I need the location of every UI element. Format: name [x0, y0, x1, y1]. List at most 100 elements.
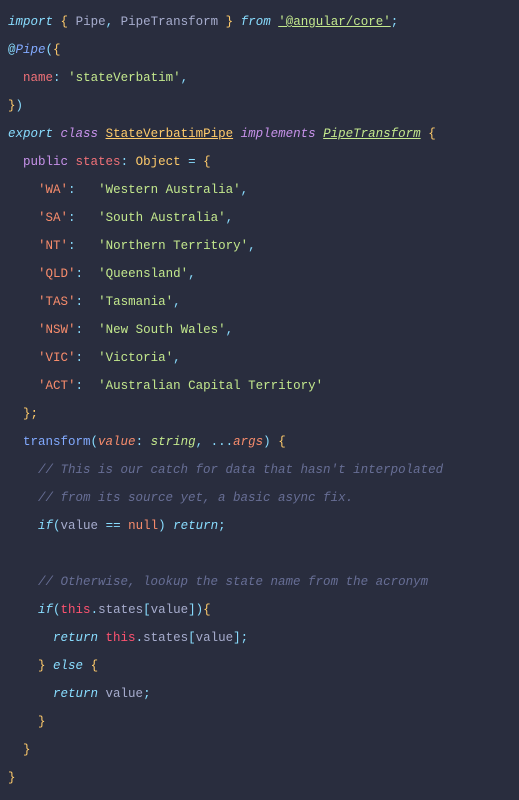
colon: : [53, 71, 61, 85]
brace-open: { [203, 155, 211, 169]
comma: , [241, 183, 249, 197]
comma: , [181, 71, 189, 85]
comment-3: // Otherwise, lookup the state name from… [38, 575, 428, 589]
state-val-vic: 'Victoria' [98, 351, 173, 365]
semi: ; [218, 519, 226, 533]
state-val-nt: 'Northern Territory' [98, 239, 248, 253]
decorator-at: @ [8, 43, 16, 57]
eq: = [188, 155, 196, 169]
keyword-null: null [128, 519, 158, 533]
state-val-sa: 'South Australia' [98, 211, 226, 225]
comma: , [173, 351, 181, 365]
state-key-act: 'ACT' [38, 379, 76, 393]
paren-close: ) [158, 519, 166, 533]
state-key-tas: 'TAS' [38, 295, 76, 309]
var-value: value [151, 603, 189, 617]
brace-close: } [38, 715, 46, 729]
brace-close: } [8, 99, 16, 113]
semi: ; [143, 687, 151, 701]
comma: , [196, 435, 204, 449]
colon: : [68, 183, 76, 197]
decorator-pipe: Pipe [16, 43, 46, 57]
state-val-act: 'Australian Capital Territory' [98, 379, 323, 393]
state-key-nsw: 'NSW' [38, 323, 76, 337]
colon: : [68, 211, 76, 225]
keyword-this: this [61, 603, 91, 617]
interface-name: PipeTransform [323, 127, 421, 141]
keyword-if: if [38, 519, 53, 533]
state-val-wa: 'Western Australia' [98, 183, 241, 197]
state-key-qld: 'QLD' [38, 267, 76, 281]
state-key-sa: 'SA' [38, 211, 68, 225]
comma: , [226, 323, 234, 337]
paren-open: ( [53, 603, 61, 617]
colon: : [76, 379, 84, 393]
import-pipetransform: PipeTransform [121, 15, 219, 29]
method-transform: transform [23, 435, 91, 449]
comment-1: // This is our catch for data that hasn'… [38, 463, 443, 477]
keyword-implements: implements [241, 127, 316, 141]
colon: : [76, 323, 84, 337]
brace-close: } [23, 743, 31, 757]
prop-states: states [143, 631, 188, 645]
dot: . [136, 631, 144, 645]
comment-2: // from its source yet, a basic async fi… [38, 491, 353, 505]
prop-states: states [98, 603, 143, 617]
brace-open: { [61, 15, 69, 29]
prop-states: states [76, 155, 121, 169]
brace-open: { [91, 659, 99, 673]
paren-close: ) [16, 99, 24, 113]
bracket-open: [ [188, 631, 196, 645]
type-string: string [151, 435, 196, 449]
type-object: Object [136, 155, 181, 169]
state-key-wa: 'WA' [38, 183, 68, 197]
import-pipe: Pipe [76, 15, 106, 29]
paren-open: ( [46, 43, 54, 57]
semi: ; [241, 631, 249, 645]
brace-close-semi: }; [23, 407, 38, 421]
keyword-from: from [241, 15, 271, 29]
prop-name: name [23, 71, 53, 85]
keyword-import: import [8, 15, 53, 29]
colon: : [76, 351, 84, 365]
keyword-class: class [61, 127, 99, 141]
keyword-if: if [38, 603, 53, 617]
state-val-qld: 'Queensland' [98, 267, 188, 281]
var-value: value [196, 631, 234, 645]
spread: ... [211, 435, 234, 449]
bracket-close: ] [233, 631, 241, 645]
keyword-else: else [53, 659, 83, 673]
brace-close: } [8, 771, 16, 785]
brace-open: { [203, 603, 211, 617]
semi: ; [391, 15, 399, 29]
paren-open: ( [91, 435, 99, 449]
comma: , [173, 295, 181, 309]
op-eqeq: == [106, 519, 121, 533]
colon: : [121, 155, 129, 169]
pipe-name-value: 'stateVerbatim' [68, 71, 181, 85]
colon: : [68, 239, 76, 253]
keyword-export: export [8, 127, 53, 141]
brace-close: } [38, 659, 46, 673]
dot: . [91, 603, 99, 617]
var-value: value [61, 519, 99, 533]
brace-open: { [278, 435, 286, 449]
paren-close: ) [263, 435, 271, 449]
bracket-close: ] [188, 603, 196, 617]
colon: : [76, 267, 84, 281]
var-value: value [106, 687, 144, 701]
keyword-return: return [173, 519, 218, 533]
comma: , [106, 15, 114, 29]
keyword-public: public [23, 155, 68, 169]
state-key-nt: 'NT' [38, 239, 68, 253]
brace-close: } [226, 15, 234, 29]
comma: , [226, 211, 234, 225]
code-block: import { Pipe, PipeTransform } from '@an… [8, 8, 511, 792]
state-val-nsw: 'New South Wales' [98, 323, 226, 337]
bracket-open: [ [143, 603, 151, 617]
import-module: '@angular/core' [278, 15, 391, 29]
state-key-vic: 'VIC' [38, 351, 76, 365]
brace-open: { [428, 127, 436, 141]
keyword-return: return [53, 687, 98, 701]
param-value: value [98, 435, 136, 449]
